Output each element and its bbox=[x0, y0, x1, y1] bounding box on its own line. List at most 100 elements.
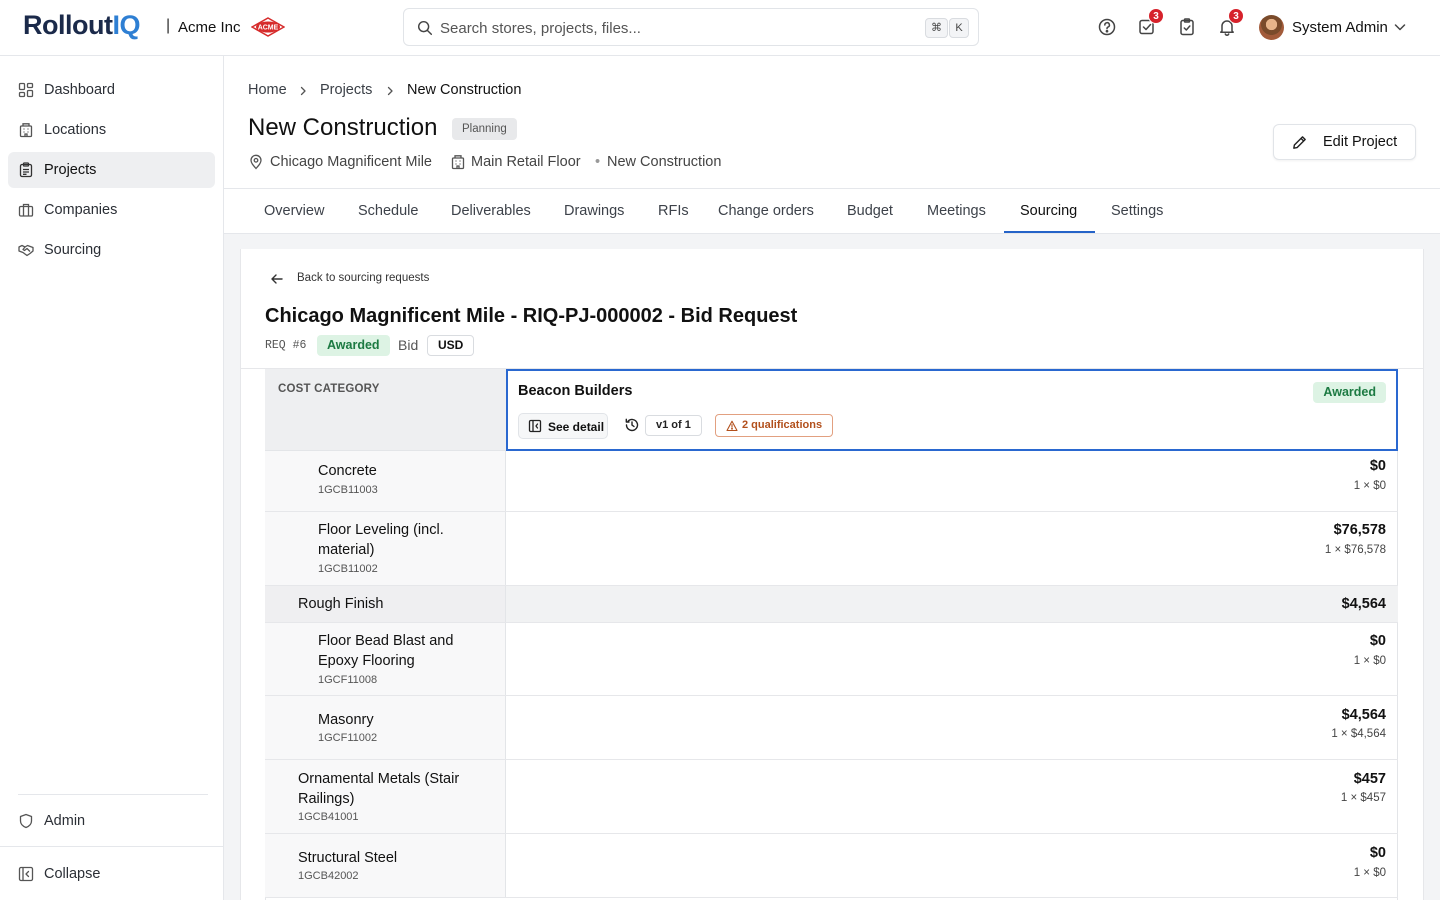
request-type: Bid bbox=[398, 337, 419, 353]
notifications-badge: 3 bbox=[1228, 8, 1244, 24]
building-icon bbox=[19, 123, 33, 138]
bid-amount: $0 bbox=[1369, 458, 1386, 474]
history-icon[interactable] bbox=[624, 417, 640, 433]
sidebar-collapse-button[interactable]: Collapse bbox=[8, 856, 215, 892]
tab-budget[interactable]: Budget bbox=[847, 203, 893, 219]
sidebar-divider bbox=[0, 846, 224, 847]
sidebar-item-label: Dashboard bbox=[44, 82, 115, 98]
shortcut-k-key: K bbox=[949, 18, 969, 38]
notifications-button[interactable]: 3 bbox=[1217, 8, 1244, 37]
breadcrumb-projects[interactable]: Projects bbox=[320, 82, 372, 98]
table-row: Concrete 1GCB11003 $0 1 × $0 bbox=[265, 451, 1398, 512]
tab-schedule[interactable]: Schedule bbox=[358, 203, 418, 219]
cost-category-header: COST CATEGORY bbox=[265, 369, 506, 451]
bid-amount: $0 bbox=[1369, 845, 1386, 861]
cost-category-cell bbox=[265, 451, 506, 511]
cost-item-name: Floor Leveling (incl. material) bbox=[318, 522, 444, 558]
shortcut-cmd-key: ⌘ bbox=[925, 18, 948, 38]
arrow-left-icon bbox=[271, 274, 283, 284]
version-badge[interactable]: v1 of 1 bbox=[645, 415, 702, 436]
cost-item-code: 1GCF11002 bbox=[318, 732, 378, 744]
request-number: REQ #6 bbox=[265, 339, 307, 352]
sidebar-item-label: Collapse bbox=[44, 866, 101, 882]
sidebar-divider bbox=[18, 794, 208, 795]
sidebar-item-sourcing[interactable]: Sourcing bbox=[8, 232, 215, 268]
cost-item-name: Concrete bbox=[318, 463, 377, 479]
qualifications-label: 2 qualifications bbox=[742, 419, 823, 431]
tab-overview[interactable]: Overview bbox=[264, 203, 324, 219]
cost-item-name: Floor Bead Blast and Epoxy Flooring bbox=[318, 633, 454, 669]
vendor-name: Beacon Builders bbox=[518, 383, 633, 399]
cost-category-label: COST CATEGORY bbox=[278, 383, 380, 395]
qualifications-badge[interactable]: 2 qualifications bbox=[715, 414, 833, 437]
warning-icon bbox=[726, 420, 738, 432]
tab-rfis[interactable]: RFIs bbox=[658, 203, 689, 219]
tab-deliverables[interactable]: Deliverables bbox=[451, 203, 531, 219]
pencil-icon bbox=[1293, 136, 1306, 149]
edit-project-button[interactable]: Edit Project bbox=[1273, 124, 1416, 160]
cost-item-name: Structural Steel bbox=[298, 850, 398, 866]
project-location[interactable]: Chicago Magnificent Mile bbox=[270, 154, 432, 170]
help-icon[interactable] bbox=[1097, 17, 1117, 37]
svg-text:ACME: ACME bbox=[258, 25, 279, 32]
sidebar-item-label: Admin bbox=[44, 813, 86, 829]
app-logo[interactable]: RolloutIQ bbox=[23, 10, 140, 41]
cost-item-name: Masonry bbox=[318, 712, 374, 728]
tasks-button[interactable]: 3 bbox=[1137, 8, 1164, 37]
collapse-icon bbox=[18, 866, 34, 882]
bid-calculation: 1 × $0 bbox=[1353, 867, 1386, 879]
org-separator: | bbox=[166, 17, 171, 34]
request-status-badge: Awarded bbox=[317, 335, 390, 356]
bid-calculation: 1 × $0 bbox=[1353, 655, 1386, 667]
building-icon bbox=[451, 155, 465, 170]
table-row: Floor Leveling (incl. material) 1GCB1100… bbox=[265, 512, 1398, 586]
tab-meetings[interactable]: Meetings bbox=[927, 203, 986, 219]
sidebar-item-locations[interactable]: Locations bbox=[8, 112, 215, 148]
vendor-column-header[interactable]: Beacon Builders Awarded See detail v1 of… bbox=[506, 369, 1398, 451]
avatar[interactable] bbox=[1259, 15, 1284, 40]
sidebar-item-dashboard[interactable]: Dashboard bbox=[8, 72, 215, 108]
chevron-down-icon[interactable] bbox=[1392, 19, 1408, 35]
clipboard-check-icon[interactable] bbox=[1177, 17, 1197, 37]
sidebar-item-admin[interactable]: Admin bbox=[8, 803, 215, 839]
cost-item-code: 1GCF11008 bbox=[318, 674, 378, 686]
tab-change-orders[interactable]: Change orders bbox=[718, 203, 814, 219]
grid-icon bbox=[18, 82, 34, 98]
vendor-status-badge: Awarded bbox=[1313, 382, 1386, 403]
tab-settings[interactable]: Settings bbox=[1111, 203, 1163, 219]
search-icon bbox=[417, 20, 433, 36]
sidebar: Dashboard Locations Projects Companies S… bbox=[0, 56, 224, 900]
sidebar-item-projects[interactable]: Projects bbox=[8, 152, 215, 188]
chevron-right-icon bbox=[300, 86, 306, 96]
search-input[interactable] bbox=[440, 17, 910, 39]
handshake-icon bbox=[18, 244, 34, 257]
currency-badge: USD bbox=[427, 335, 475, 356]
cost-group-name: Rough Finish bbox=[298, 596, 384, 612]
user-name[interactable]: System Admin bbox=[1292, 19, 1388, 36]
see-detail-button[interactable]: See detail bbox=[518, 413, 608, 439]
sidebar-item-label: Projects bbox=[44, 162, 97, 178]
breadcrumb-home[interactable]: Home bbox=[248, 82, 287, 98]
sidebar-item-companies[interactable]: Companies bbox=[8, 192, 215, 228]
sidebar-item-label: Companies bbox=[44, 202, 118, 218]
back-link-label: Back to sourcing requests bbox=[297, 272, 430, 284]
project-tabs: Overview Schedule Deliverables Drawings … bbox=[224, 188, 1440, 234]
bid-amount: $76,578 bbox=[1333, 522, 1386, 538]
org-name[interactable]: Acme Inc bbox=[178, 19, 241, 36]
bid-amount: $457 bbox=[1353, 771, 1386, 787]
sidebar-item-label: Sourcing bbox=[44, 242, 102, 258]
cost-category-cell bbox=[265, 696, 506, 759]
breadcrumb-current: New Construction bbox=[407, 82, 522, 98]
page-title: New Construction bbox=[248, 114, 438, 141]
panel-left-icon bbox=[528, 419, 542, 433]
bid-amount: $4,564 bbox=[1341, 707, 1386, 723]
tab-sourcing[interactable]: Sourcing bbox=[1020, 203, 1077, 219]
meta-dot: • bbox=[595, 154, 601, 170]
tab-drawings[interactable]: Drawings bbox=[564, 203, 624, 219]
bid-calculation: 1 × $76,578 bbox=[1324, 544, 1386, 556]
global-search[interactable]: ⌘ K bbox=[403, 8, 979, 46]
request-title: Chicago Magnificent Mile - RIQ-PJ-000002… bbox=[265, 305, 798, 327]
back-to-sourcing-link[interactable]: Back to sourcing requests bbox=[270, 270, 470, 288]
table-row: Ornamental Metals (Stair Railings) 1GCB4… bbox=[265, 760, 1398, 834]
briefcase-icon bbox=[18, 203, 34, 217]
